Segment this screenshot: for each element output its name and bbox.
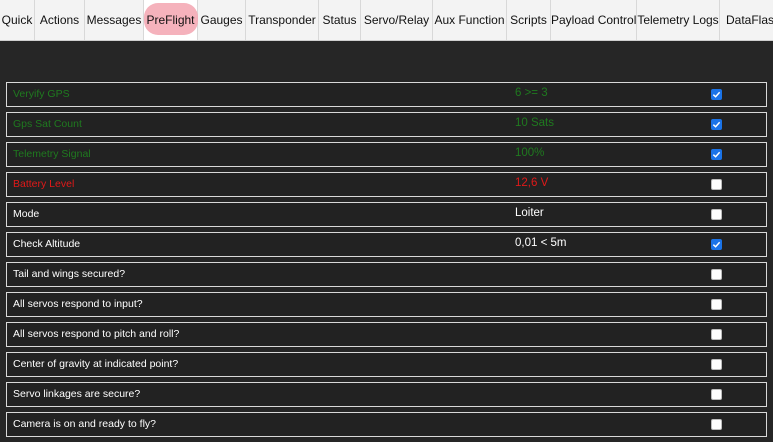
tab-label: Telemetry Logs xyxy=(637,13,719,27)
tab-label: Actions xyxy=(39,13,80,27)
checklist-checkbox[interactable] xyxy=(711,119,722,130)
checklist-label: Mode xyxy=(13,208,40,220)
checklist-label: Center of gravity at indicated point? xyxy=(13,358,179,370)
tab-actions[interactable]: Actions xyxy=(35,0,85,40)
checklist-value: 10 Sats xyxy=(515,117,554,129)
tab-aux-function[interactable]: Aux Function xyxy=(433,0,507,40)
checklist-checkbox[interactable] xyxy=(711,419,722,430)
tab-label: PreFlight xyxy=(146,13,195,27)
tab-preflight[interactable]: PreFlight xyxy=(144,0,198,40)
tab-quick[interactable]: Quick xyxy=(0,0,35,40)
checkmark-icon xyxy=(712,151,721,158)
tab-label: Transponder xyxy=(248,13,316,27)
tab-label: Scripts xyxy=(510,13,547,27)
checklist-label: Veryify GPS xyxy=(13,88,70,100)
checklist-value: 0,01 < 5m xyxy=(515,237,567,249)
tab-servo-relay[interactable]: Servo/Relay xyxy=(361,0,433,40)
tab-scripts[interactable]: Scripts xyxy=(507,0,551,40)
preflight-checklist-panel: Veryify GPS 6 >= 3 Gps Sat Count 10 Sats… xyxy=(0,41,773,442)
tab-transponder[interactable]: Transponder xyxy=(246,0,319,40)
tab-label: Messages xyxy=(86,13,142,27)
tab-label: DataFlash xyxy=(726,13,773,27)
checklist-checkbox[interactable] xyxy=(711,149,722,160)
tab-dataflash[interactable]: DataFlash xyxy=(720,0,773,40)
checklist-checkbox[interactable] xyxy=(711,239,722,250)
checklist-row-battery-level: Battery Level 12,6 V xyxy=(6,172,767,197)
checklist-row-center-of-gravity: Center of gravity at indicated point? xyxy=(6,352,767,377)
checklist-label: Servo linkages are secure? xyxy=(13,388,141,400)
checklist-checkbox[interactable] xyxy=(711,89,722,100)
checklist-value: 12,6 V xyxy=(515,177,549,189)
tab-gauges[interactable]: Gauges xyxy=(198,0,246,40)
checklist-value: 6 >= 3 xyxy=(515,87,548,99)
tab-label: Servo/Relay xyxy=(363,13,430,27)
checklist-row-servo-linkages: Servo linkages are secure? xyxy=(6,382,767,407)
checkmark-icon xyxy=(712,241,721,248)
checklist-label: Camera is on and ready to fly? xyxy=(13,418,156,430)
checklist-checkbox[interactable] xyxy=(711,299,722,310)
checklist-row-tail-wings: Tail and wings secured? xyxy=(6,262,767,287)
checklist-row-servos-input: All servos respond to input? xyxy=(6,292,767,317)
checklist-checkbox[interactable] xyxy=(711,209,722,220)
tab-label: Status xyxy=(322,13,357,27)
checklist-row-check-altitude: Check Altitude 0,01 < 5m xyxy=(6,232,767,257)
checklist-checkbox[interactable] xyxy=(711,329,722,340)
checklist-row-verify-gps: Veryify GPS 6 >= 3 xyxy=(6,82,767,107)
tab-messages[interactable]: Messages xyxy=(85,0,144,40)
tab-label: Gauges xyxy=(200,13,243,27)
checklist-label: Check Altitude xyxy=(13,238,81,250)
checklist-checkbox[interactable] xyxy=(711,359,722,370)
checklist-checkbox[interactable] xyxy=(711,179,722,190)
tab-label: Quick xyxy=(1,13,33,27)
checklist-label: Gps Sat Count xyxy=(13,118,82,130)
checklist-label: Tail and wings secured? xyxy=(13,268,126,280)
checklist-checkbox[interactable] xyxy=(711,389,722,400)
checklist-checkbox[interactable] xyxy=(711,269,722,280)
checklist-row-telemetry-signal: Telemetry Signal 100% xyxy=(6,142,767,167)
checklist-label: All servos respond to input? xyxy=(13,298,143,310)
tab-status[interactable]: Status xyxy=(319,0,361,40)
checklist-row-mode: Mode Loiter xyxy=(6,202,767,227)
tab-label: Aux Function xyxy=(434,13,505,27)
checklist-row-servos-pitch-roll: All servos respond to pitch and roll? xyxy=(6,322,767,347)
checklist-label: All servos respond to pitch and roll? xyxy=(13,328,180,340)
tab-bar: Quick Actions Messages PreFlight Gauges … xyxy=(0,0,773,41)
checkmark-icon xyxy=(712,91,721,98)
tab-label: Payload Control xyxy=(551,13,637,27)
checklist-value: Loiter xyxy=(515,207,544,219)
checklist-row-gps-sat-count: Gps Sat Count 10 Sats xyxy=(6,112,767,137)
checklist-label: Telemetry Signal xyxy=(13,148,91,160)
checklist-row-camera-ready: Camera is on and ready to fly? xyxy=(6,412,767,437)
checkmark-icon xyxy=(712,121,721,128)
checklist-label: Battery Level xyxy=(13,178,75,190)
tab-telemetry-logs[interactable]: Telemetry Logs xyxy=(637,0,720,40)
tab-payload-control[interactable]: Payload Control xyxy=(551,0,637,40)
checklist-value: 100% xyxy=(515,147,545,159)
